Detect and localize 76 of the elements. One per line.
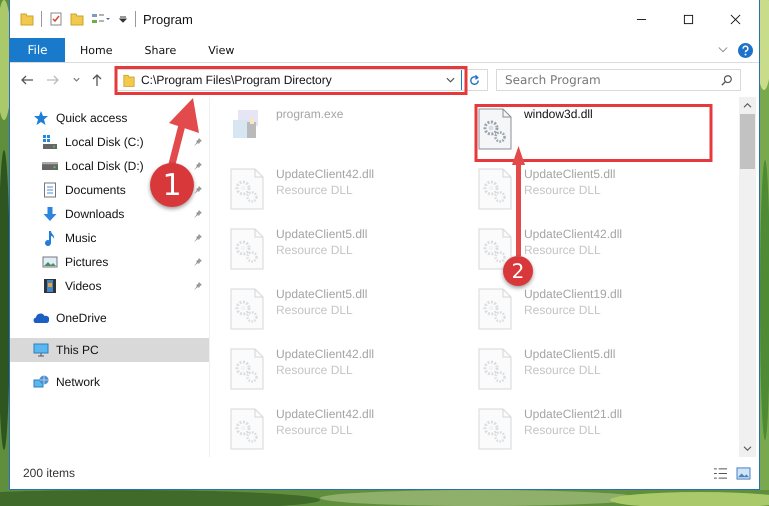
ribbon-tab[interactable]: Home xyxy=(65,38,128,62)
forward-arrow-icon[interactable] xyxy=(46,73,60,87)
file-name: UpdateClient42.dll xyxy=(276,167,374,181)
settings-file-icon[interactable] xyxy=(478,108,512,150)
file-name: UpdateClient5.dll xyxy=(524,167,616,181)
sidebar-item[interactable]: Pictures xyxy=(10,250,108,274)
monitor-icon xyxy=(33,342,49,358)
pin-icon[interactable] xyxy=(193,233,203,243)
window-title: Program xyxy=(143,12,193,26)
sidebar-item[interactable]: Quick access xyxy=(10,106,209,130)
pin-icon[interactable] xyxy=(193,185,203,195)
chevron-icon[interactable] xyxy=(446,76,455,84)
file-name: program.exe xyxy=(276,107,344,121)
file-name: UpdateClient5.dll xyxy=(524,347,616,361)
file-name: UpdateClient5.dll xyxy=(276,287,368,301)
back-arrow-icon[interactable] xyxy=(20,73,34,87)
sidebar-item[interactable]: Network xyxy=(10,370,209,394)
file-name: UpdateClient42.dll xyxy=(524,227,622,241)
file-type: Resource DLL xyxy=(524,363,602,377)
network-icon xyxy=(33,374,49,390)
pin-icon[interactable] xyxy=(193,281,203,291)
sidebar-item[interactable]: Music xyxy=(10,226,96,250)
file-name: UpdateClient5.dll xyxy=(276,227,368,241)
download-arrow-icon xyxy=(42,206,58,222)
document-icon xyxy=(42,182,58,198)
scroll-thumb[interactable] xyxy=(740,114,755,169)
file-name: UpdateClient42.dll xyxy=(276,407,374,421)
file-type: Resource DLL xyxy=(276,183,354,197)
file-type: Resource DLL xyxy=(524,183,602,197)
file-type: Resource DLL xyxy=(524,303,602,317)
checklist-icon[interactable] xyxy=(49,12,63,26)
up-arrow-icon[interactable] xyxy=(90,73,104,87)
file-tab[interactable]: File xyxy=(10,38,65,62)
sidebar-item[interactable]: This PC xyxy=(10,338,209,362)
file-type: Resource DLL xyxy=(276,303,354,317)
sidebar-item[interactable]: Documents xyxy=(10,178,126,202)
folder-icon[interactable] xyxy=(20,12,34,26)
picture-frame-icon xyxy=(42,254,58,270)
scroll-up-icon[interactable] xyxy=(743,102,752,109)
ribbon-tab[interactable]: View xyxy=(193,38,250,62)
large-icons-view-icon[interactable] xyxy=(736,466,751,480)
pin-icon[interactable] xyxy=(193,257,203,267)
star-icon xyxy=(33,110,49,126)
scrollbar[interactable] xyxy=(739,97,756,457)
search-icon xyxy=(721,74,733,86)
help-icon[interactable] xyxy=(738,42,753,58)
new-folder-icon[interactable] xyxy=(70,12,84,26)
sidebar-item[interactable]: Downloads xyxy=(10,202,124,226)
search-field[interactable]: Search Program xyxy=(496,69,741,91)
details-view-icon[interactable] xyxy=(713,466,728,480)
file-type: Resource DLL xyxy=(524,243,602,257)
pin-icon[interactable] xyxy=(193,137,203,147)
drive-icon xyxy=(42,162,58,170)
film-strip-icon xyxy=(42,278,58,294)
file-type: Resource DLL xyxy=(524,423,602,437)
file-type: Resource DLL xyxy=(276,423,354,437)
file-type: Resource DLL xyxy=(276,243,354,257)
scroll-down-icon[interactable] xyxy=(743,445,752,452)
pin-icon[interactable] xyxy=(193,161,203,171)
sidebar-item[interactable]: Videos xyxy=(10,274,102,298)
file-type: Resource DLL xyxy=(276,363,354,377)
sidebar-item[interactable]: Local Disk (D:) xyxy=(10,154,144,178)
item-count: 200 items xyxy=(23,466,76,480)
drive-icon xyxy=(42,134,58,150)
file-name: window3d.dll xyxy=(524,107,593,121)
sidebar-item[interactable]: Local Disk (C:) xyxy=(10,130,144,154)
address-bar[interactable]: C:\Program Files\Program Directory xyxy=(116,69,488,91)
file-name: UpdateClient42.dll xyxy=(276,347,374,361)
file-name: UpdateClient19.dll xyxy=(524,287,622,301)
chevron-icon[interactable] xyxy=(718,46,728,54)
folder-icon xyxy=(123,72,135,88)
ribbon-tab[interactable]: Share xyxy=(129,38,192,62)
properties-icon[interactable] xyxy=(91,12,111,26)
pin-icon[interactable] xyxy=(193,209,203,219)
file-name: UpdateClient21.dll xyxy=(524,407,622,421)
sidebar-item[interactable]: OneDrive xyxy=(10,306,209,330)
